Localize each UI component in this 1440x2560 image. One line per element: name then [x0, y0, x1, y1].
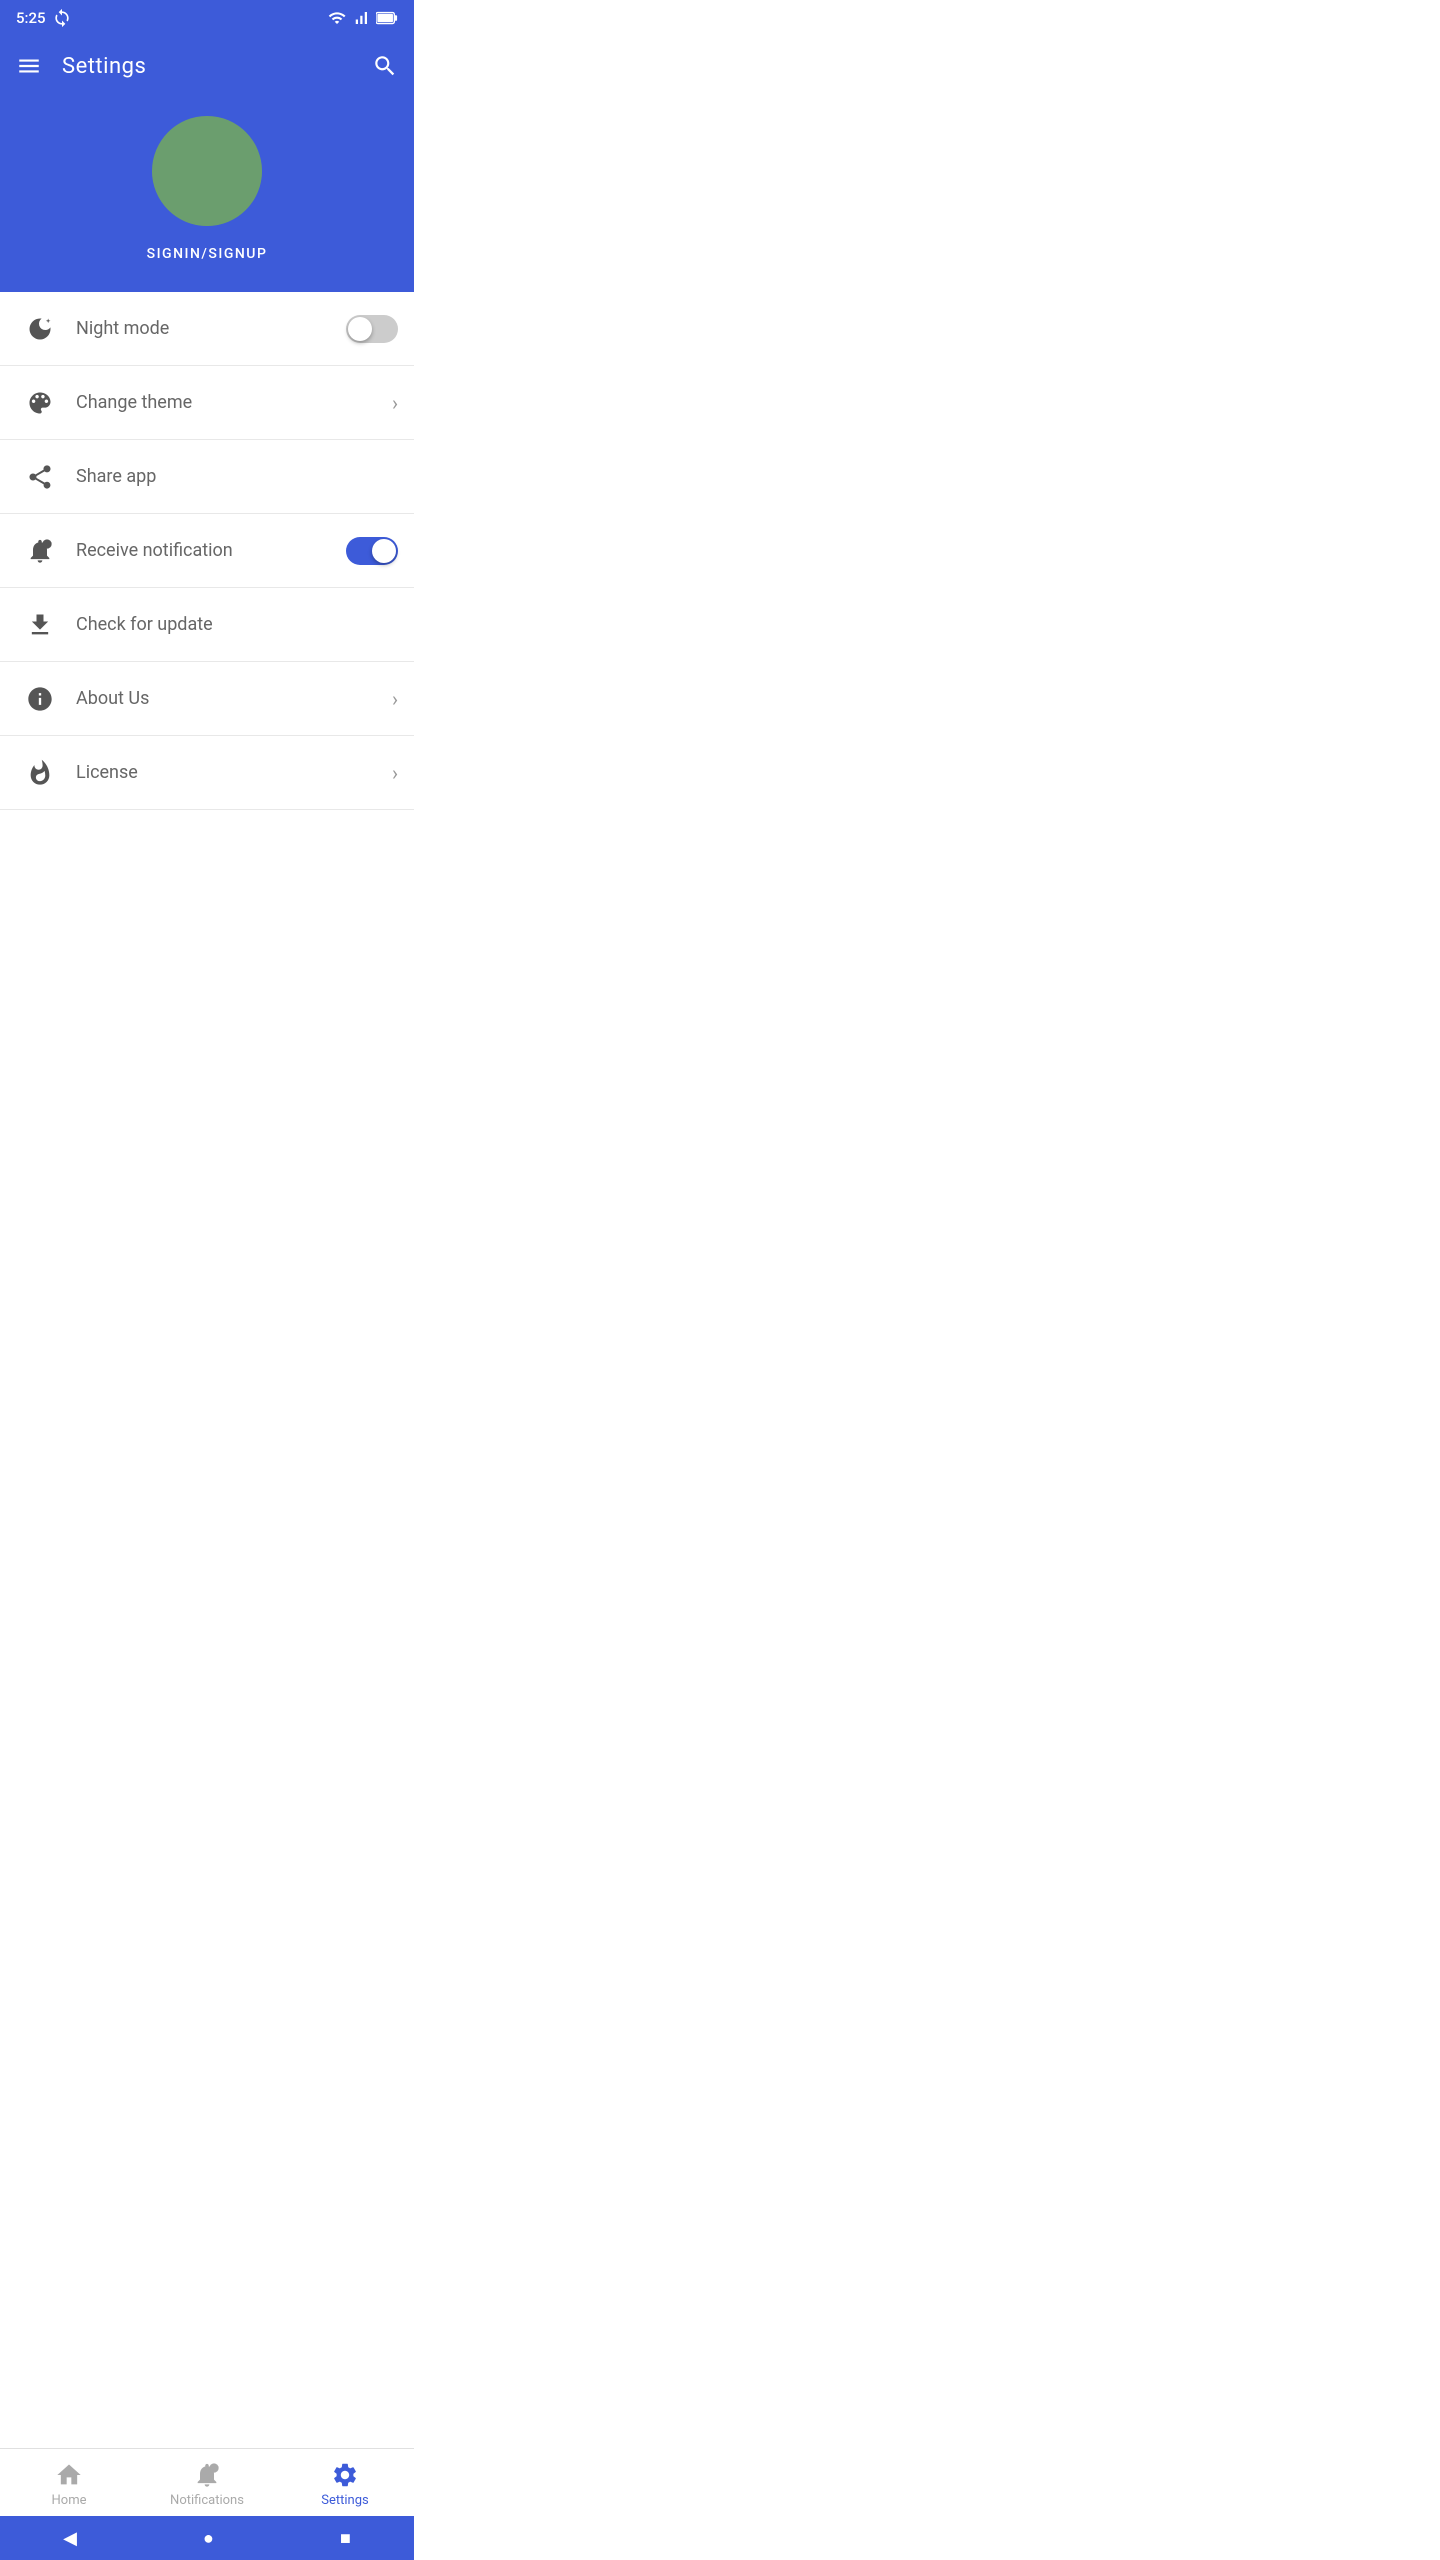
page-title: Settings: [62, 54, 146, 79]
chevron-right-icon-3: ›: [392, 761, 398, 785]
avatar-shape: [152, 171, 262, 226]
night-mode-toggle[interactable]: [346, 315, 398, 343]
notification-toggle-container: [346, 537, 398, 565]
back-button[interactable]: ◀: [43, 2520, 97, 2557]
home-nav-icon: [55, 2461, 83, 2489]
change-theme-item[interactable]: Change theme ›: [0, 366, 414, 440]
toggle-knob: [348, 317, 372, 341]
home-nav-label: Home: [52, 2493, 87, 2508]
notification-toggle[interactable]: [346, 537, 398, 565]
chevron-right-icon: ›: [392, 391, 398, 415]
license-item[interactable]: License ›: [0, 736, 414, 810]
avatar[interactable]: [152, 116, 262, 226]
search-icon[interactable]: [372, 53, 398, 79]
settings-nav-label: Settings: [321, 2493, 368, 2508]
status-left: 5:25: [16, 8, 72, 28]
night-mode-toggle-container: [346, 315, 398, 343]
app-bar: Settings: [0, 36, 414, 96]
palette-icon: [16, 389, 64, 417]
about-us-label: About Us: [76, 688, 392, 709]
settings-nav-icon: [331, 2461, 359, 2489]
share-app-item[interactable]: Share app: [0, 440, 414, 514]
hero-section: SIGNIN/SIGNUP: [0, 96, 414, 292]
share-app-label: Share app: [76, 466, 398, 487]
check-update-label: Check for update: [76, 614, 398, 635]
nav-home[interactable]: Home: [0, 2461, 138, 2508]
home-button[interactable]: ●: [183, 2520, 234, 2557]
sync-icon: [52, 8, 72, 28]
license-chevron: ›: [392, 761, 398, 785]
status-right: [328, 9, 398, 27]
toggle-knob-2: [372, 539, 396, 563]
download-icon: [16, 611, 64, 639]
bottom-nav: Home Notifications Settings: [0, 2448, 414, 2516]
moon-icon: [16, 315, 64, 343]
menu-icon[interactable]: [16, 53, 42, 79]
receive-notification-item[interactable]: Receive notification: [0, 514, 414, 588]
info-icon: [16, 685, 64, 713]
signin-label[interactable]: SIGNIN/SIGNUP: [147, 246, 268, 262]
change-theme-label: Change theme: [76, 392, 392, 413]
system-nav: ◀ ● ■: [0, 2516, 414, 2560]
notifications-nav-icon: [193, 2461, 221, 2489]
status-time: 5:25: [16, 9, 46, 27]
license-label: License: [76, 762, 392, 783]
app-bar-left: Settings: [16, 53, 146, 79]
nav-notifications[interactable]: Notifications: [138, 2461, 276, 2508]
notifications-nav-label: Notifications: [170, 2493, 244, 2508]
receive-notification-label: Receive notification: [76, 540, 346, 561]
change-theme-chevron: ›: [392, 391, 398, 415]
bell-alert-icon: [16, 537, 64, 565]
fire-icon: [16, 759, 64, 787]
nav-settings[interactable]: Settings: [276, 2461, 414, 2508]
chevron-right-icon-2: ›: [392, 687, 398, 711]
check-update-item[interactable]: Check for update: [0, 588, 414, 662]
status-bar: 5:25: [0, 0, 414, 36]
night-mode-item[interactable]: Night mode: [0, 292, 414, 366]
settings-list: Night mode Change theme › Share app: [0, 292, 414, 922]
recent-button[interactable]: ■: [320, 2520, 371, 2557]
battery-icon: [376, 11, 398, 25]
signal-icon: [352, 9, 370, 27]
share-icon: [16, 463, 64, 491]
about-us-chevron: ›: [392, 687, 398, 711]
about-us-item[interactable]: About Us ›: [0, 662, 414, 736]
wifi-icon: [328, 9, 346, 27]
night-mode-label: Night mode: [76, 318, 346, 339]
